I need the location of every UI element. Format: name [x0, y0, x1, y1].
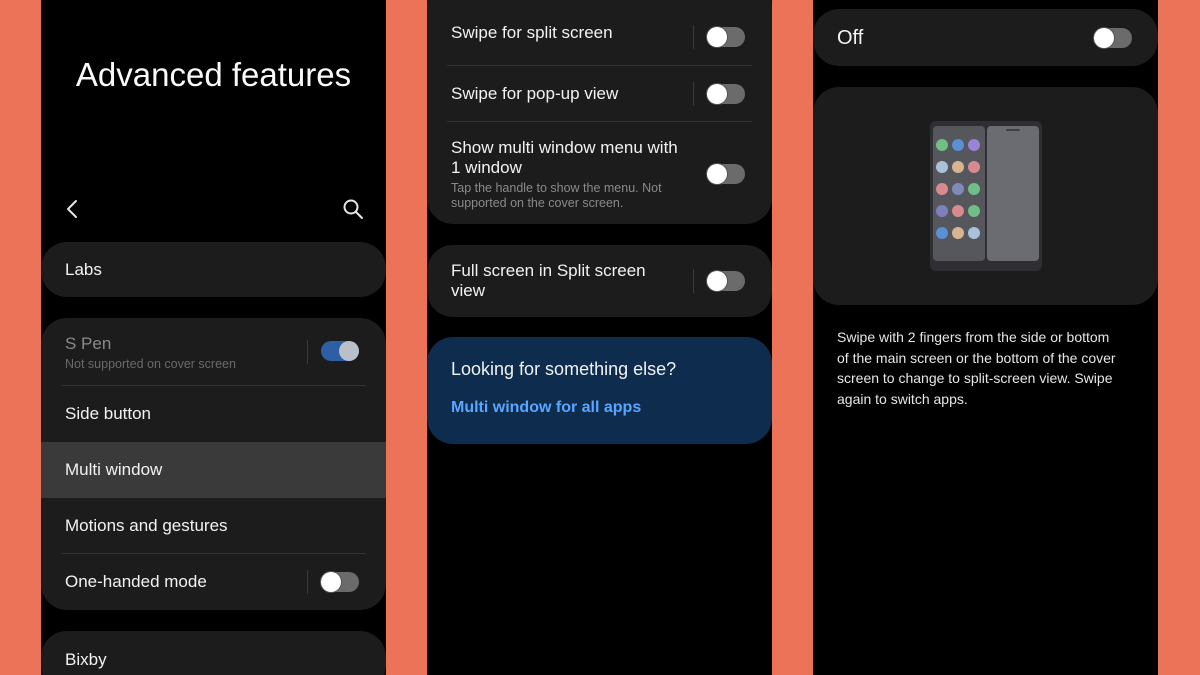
one-handed-mode-toggle[interactable] — [321, 572, 359, 592]
spen-toggle[interactable] — [321, 341, 359, 361]
description-line: Swipe with 2 fingers from the side or bo… — [837, 329, 1110, 345]
show-menu-label-line2: 1 window — [451, 158, 522, 177]
settings-list-card: S Pen Not supported on cover screen Side… — [41, 318, 386, 610]
bixby-card: Bixby — [41, 631, 386, 675]
multi-window-all-apps-link[interactable]: Multi window for all apps — [451, 399, 641, 417]
swipe-popup-view-item[interactable]: Swipe for pop-up view — [427, 66, 772, 122]
divider-vertical — [307, 340, 308, 364]
spen-sublabel: Not supported on cover screen — [65, 357, 236, 371]
swipe-split-screen-item[interactable]: Swipe for split screen — [427, 0, 772, 66]
show-multi-window-menu-toggle[interactable] — [707, 164, 745, 184]
bixby-label: Bixby — [65, 649, 107, 669]
advanced-features-screen: Advanced features Labs S Pen Not support… — [41, 0, 386, 675]
labs-item[interactable]: Labs — [41, 242, 386, 297]
description-line: of the main screen or the bottom of the … — [837, 349, 1116, 366]
master-switch-toggle[interactable] — [1094, 28, 1132, 48]
multi-window-screen: Swipe for split screen Swipe for pop-up … — [427, 0, 772, 675]
divider-vertical — [693, 269, 694, 293]
motions-gestures-label: Motions and gestures — [65, 516, 228, 535]
full-screen-card: Full screen in Split screen view — [427, 245, 772, 317]
multi-window-label: Multi window — [65, 460, 163, 479]
motions-gestures-item[interactable]: Motions and gestures — [41, 498, 386, 554]
description-line: screen to change to split-screen view. S… — [837, 370, 1113, 386]
spen-label: S Pen — [65, 334, 112, 353]
full-screen-split-toggle[interactable] — [707, 271, 745, 291]
description-line: again to switch apps. — [837, 390, 968, 407]
swipe-popup-view-toggle[interactable] — [707, 84, 745, 104]
feature-description: Swipe with 2 fingers from the side or bo… — [837, 327, 1137, 409]
side-button-item[interactable]: Side button — [41, 386, 386, 442]
swipe-split-screen-detail: Off Swipe with 2 fingers from the side o… — [813, 0, 1158, 675]
full-screen-split-item[interactable]: Full screen in Split screen view — [427, 245, 772, 317]
swipe-split-screen-toggle[interactable] — [707, 27, 745, 47]
search-icon[interactable] — [341, 197, 365, 221]
divider-vertical — [307, 570, 308, 594]
looking-for-something-card: Looking for something else? Multi window… — [427, 337, 772, 444]
page-title: Advanced features — [75, 56, 352, 93]
swipe-popup-view-label: Swipe for pop-up view — [451, 84, 619, 103]
one-handed-mode-item[interactable]: One-handed mode — [41, 554, 386, 610]
back-icon[interactable] — [61, 197, 85, 221]
master-switch-card[interactable]: Off — [813, 9, 1158, 66]
divider-vertical — [693, 25, 694, 49]
show-multi-window-menu-item[interactable]: Show multi window menu with 1 window Tap… — [427, 122, 772, 224]
one-handed-mode-label: One-handed mode — [65, 572, 207, 591]
swipe-split-screen-label: Swipe for split screen — [451, 23, 613, 42]
split-screen-phone-illustration — [930, 121, 1042, 271]
full-screen-label-line2: view — [451, 281, 486, 300]
side-button-label: Side button — [65, 404, 152, 423]
show-menu-sublabel-line2: supported on the cover screen. — [451, 196, 624, 210]
divider-vertical — [693, 82, 694, 106]
master-switch-label: Off — [837, 27, 864, 49]
labs-label: Labs — [65, 259, 102, 279]
multi-window-item[interactable]: Multi window — [41, 442, 386, 498]
labs-card: Labs — [41, 242, 386, 297]
illustration-card — [813, 87, 1158, 305]
bixby-item[interactable]: Bixby — [41, 631, 386, 675]
spen-item[interactable]: S Pen Not supported on cover screen — [41, 318, 386, 386]
show-menu-sublabel-line1: Tap the handle to show the menu. Not — [451, 181, 662, 195]
multi-window-options-card: Swipe for split screen Swipe for pop-up … — [427, 0, 772, 224]
full-screen-label-line1: Full screen in Split screen — [451, 261, 646, 280]
suggestion-heading: Looking for something else? — [451, 359, 677, 379]
show-menu-label-line1: Show multi window menu with — [451, 138, 678, 157]
